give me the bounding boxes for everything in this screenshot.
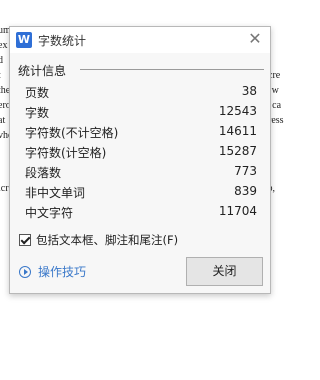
group-divider (80, 69, 264, 70)
stat-label: 字数 (25, 106, 50, 120)
doc-text-left-line: ex (0, 40, 8, 51)
dialog-titlebar[interactable]: W 字数统计 ✕ (10, 27, 270, 53)
doc-text-left-line: at (0, 115, 6, 126)
doc-text-left-line: d (0, 55, 3, 66)
stat-value: 15287 (218, 144, 257, 158)
dialog-title: 字数统计 (38, 34, 87, 48)
include-textboxes-checkbox[interactable] (19, 234, 31, 246)
close-icon[interactable]: ✕ (246, 30, 264, 48)
stat-row-paragraphs: 段落数 773 (25, 164, 257, 184)
stat-value: 38 (241, 84, 257, 98)
include-textboxes-footnotes-option[interactable]: 包括文本框、脚注和尾注(F) (19, 232, 178, 248)
close-button[interactable]: 关闭 (186, 257, 263, 286)
doc-text-left-line: icr (0, 183, 9, 194)
stat-label: 段落数 (25, 166, 62, 180)
word-count-dialog: W 字数统计 ✕ 统计信息 页数 38 字数 12543 字符数(不计空格) 1… (9, 26, 271, 294)
statistics-group-title: 统计信息 (18, 62, 71, 79)
stat-row-non-chinese-words: 非中文单词 839 (25, 184, 257, 204)
doc-text-left-line: t (0, 70, 1, 81)
stat-row-words: 字数 12543 (25, 104, 257, 124)
tips-link[interactable]: 操作技巧 (19, 263, 86, 280)
stat-value: 14611 (218, 124, 257, 138)
stat-value: 11704 (218, 204, 257, 218)
statistics-list: 页数 38 字数 12543 字符数(不计空格) 14611 字符数(计空格) … (25, 84, 257, 224)
stat-row-chars-no-spaces: 字符数(不计空格) 14611 (25, 124, 257, 144)
stat-row-chinese-chars: 中文字符 11704 (25, 204, 257, 224)
stat-value: 839 (234, 184, 257, 198)
stat-row-chars-with-spaces: 字符数(计空格) 15287 (25, 144, 257, 164)
stat-label: 字符数(不计空格) (25, 126, 119, 140)
stat-label: 中文字符 (25, 206, 74, 220)
stat-label: 非中文单词 (25, 186, 86, 200)
stat-value: 12543 (218, 104, 257, 118)
tips-link-label[interactable]: 操作技巧 (38, 263, 86, 280)
include-textboxes-label[interactable]: 包括文本框、脚注和尾注(F) (36, 232, 178, 248)
stat-label: 页数 (25, 86, 50, 100)
stat-value: 773 (234, 164, 257, 178)
play-circle-icon (19, 265, 31, 278)
wps-writer-icon: W (16, 32, 32, 48)
stat-row-pages: 页数 38 (25, 84, 257, 104)
stat-label: 字符数(计空格) (25, 146, 107, 160)
